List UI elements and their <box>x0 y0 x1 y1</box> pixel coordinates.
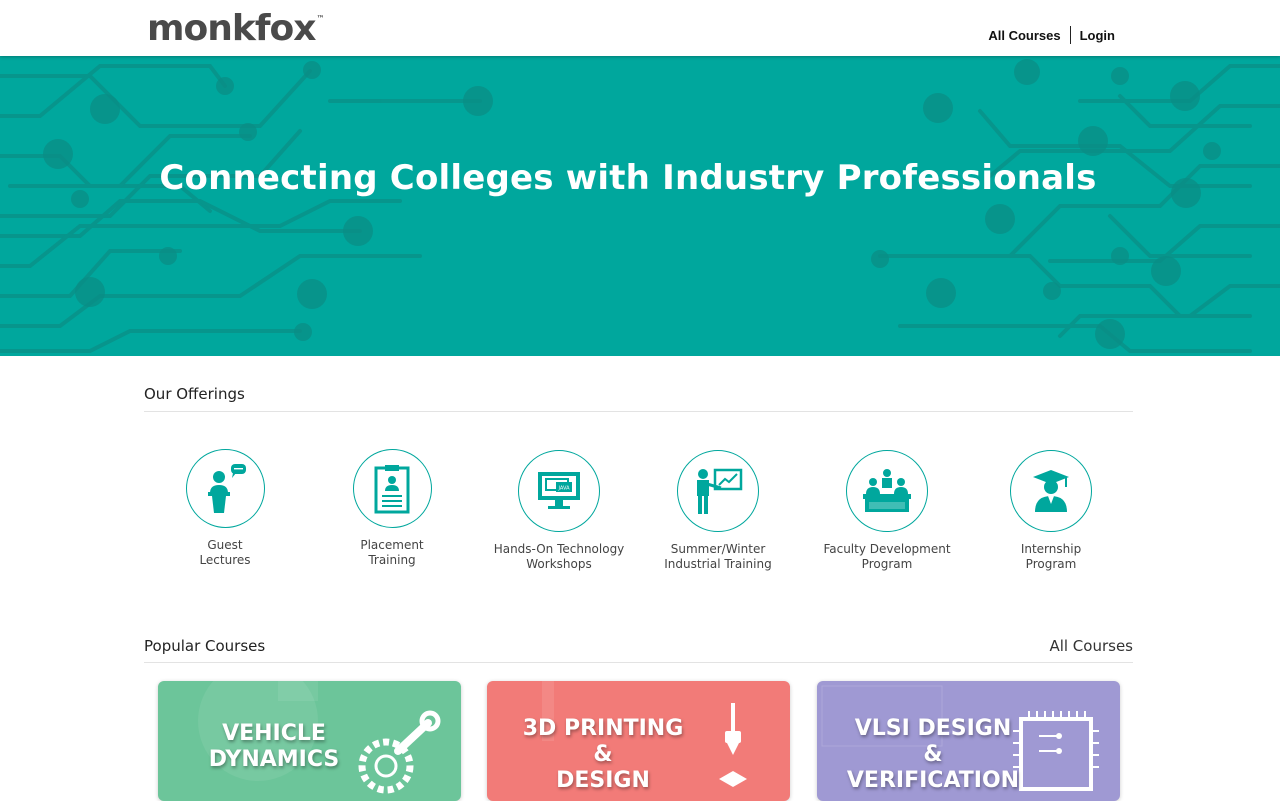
offering-label-line1: Hands-On Technology <box>493 542 625 556</box>
offering-label-line1: Summer/Winter <box>670 542 766 556</box>
offering-internship-program[interactable]: Internship Program <box>961 450 1141 572</box>
java-monitor-icon: JAVA <box>518 450 600 532</box>
course-card-vlsi-design[interactable]: VLSI DESIGN & VERIFICATION <box>817 681 1120 801</box>
offering-label-line2: Workshops <box>526 557 592 571</box>
resume-clipboard-icon <box>352 449 432 528</box>
offering-label-line1: Guest <box>207 538 243 552</box>
course-title-line2: DYNAMICS <box>208 747 340 772</box>
monkfox-logo[interactable]: monkfox ™ <box>147 8 324 49</box>
faculty-desk-icon <box>846 450 928 532</box>
course-title-line3: VERIFICATION <box>846 768 1020 793</box>
offering-hands-on-workshops[interactable]: JAVA Hands-On Technology Workshops <box>469 450 649 572</box>
nav-divider <box>1069 26 1071 44</box>
hero-banner: Connecting Colleges with Industry Profes… <box>0 56 1280 356</box>
logo-trademark: ™ <box>316 14 325 23</box>
courses-title: Popular Courses <box>144 637 266 655</box>
nav-all-courses-link[interactable]: All Courses <box>988 28 1060 43</box>
course-title: 3D PRINTING & DESIGN <box>513 716 693 794</box>
circuit-pattern-background <box>0 59 1280 353</box>
svg-text:JAVA: JAVA <box>557 486 570 492</box>
course-title-line2: & <box>593 742 613 767</box>
offering-label-line2: Industrial Training <box>664 557 772 571</box>
course-card-vehicle-dynamics[interactable]: VEHICLE DYNAMICS <box>158 681 461 801</box>
course-title-line1: VLSI DESIGN <box>854 716 1012 741</box>
hero-title: Connecting Colleges with Industry Profes… <box>159 158 1097 198</box>
trainer-board-icon <box>677 450 759 532</box>
offerings-title: Our Offerings <box>144 385 245 403</box>
offering-label-line2: Program <box>1025 557 1077 571</box>
offering-label-line2: Program <box>861 557 913 571</box>
course-card-3d-printing[interactable]: 3D PRINTING & DESIGN <box>487 681 790 801</box>
nav-login-link[interactable]: Login <box>1080 28 1115 43</box>
offering-guest-lectures[interactable]: Guest Lectures <box>135 449 315 568</box>
offering-label-line2: Lectures <box>199 553 251 567</box>
offering-placement-training[interactable]: Placement Training <box>302 449 482 568</box>
offering-label-line1: Faculty Development <box>823 542 951 556</box>
course-title-line1: 3D PRINTING <box>522 716 684 741</box>
podium-speaker-icon <box>185 449 265 528</box>
top-header: monkfox ™ All Courses Login <box>0 0 1280 56</box>
top-nav: All Courses Login <box>988 26 1115 44</box>
course-title: VLSI DESIGN & VERIFICATION <box>843 716 1023 794</box>
offering-label-line2: Training <box>368 553 416 567</box>
offering-label-line1: Internship <box>1020 542 1082 556</box>
course-title-line3: DESIGN <box>556 768 650 793</box>
courses-section-heading: Popular Courses All Courses <box>144 637 1133 663</box>
course-title-line2: & <box>923 742 943 767</box>
offerings-section-heading: Our Offerings <box>144 385 1133 412</box>
logo-text: monkfox <box>147 8 316 49</box>
offering-summer-winter-training[interactable]: Summer/Winter Industrial Training <box>628 450 808 572</box>
offering-faculty-development[interactable]: Faculty Development Program <box>797 450 977 572</box>
offering-label-line1: Placement <box>360 538 424 552</box>
course-title-line1: VEHICLE <box>222 721 326 746</box>
course-title: VEHICLE DYNAMICS <box>184 721 364 773</box>
all-courses-link[interactable]: All Courses <box>1049 637 1133 655</box>
graduate-icon <box>1010 450 1092 532</box>
